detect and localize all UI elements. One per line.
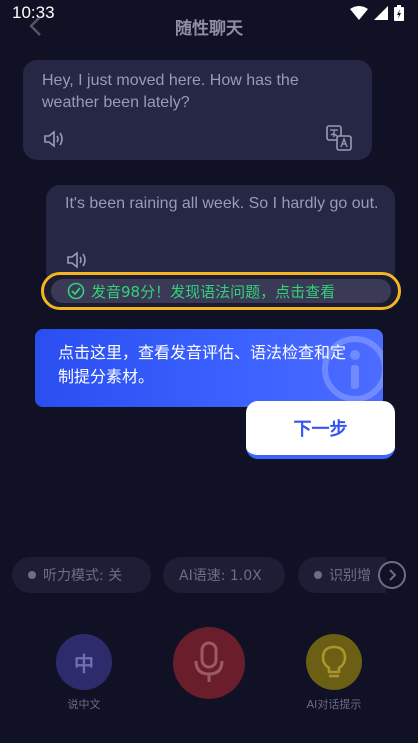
dot-icon xyxy=(314,571,322,579)
ai-message-bubble[interactable]: It's been raining all week. So I hardly … xyxy=(46,185,395,285)
speaker-icon[interactable] xyxy=(65,248,89,272)
user-message-bubble[interactable]: Hey, I just moved here. How has the weat… xyxy=(23,60,372,160)
listen-mode-chip[interactable]: 听力模式: 关 xyxy=(12,557,151,593)
feedback-text: 发音98分！发现语法问题，点击查看 xyxy=(91,282,336,301)
check-circle-icon xyxy=(67,282,85,300)
user-message-text: Hey, I just moved here. How has the weat… xyxy=(42,72,299,111)
ai-hint-button[interactable] xyxy=(306,634,362,690)
speak-chinese-label: 说中文 xyxy=(67,698,101,711)
ai-speed-chip[interactable]: AI语速: 1.0X xyxy=(163,557,285,593)
microphone-button[interactable] xyxy=(173,627,245,699)
dot-icon xyxy=(28,571,36,579)
lightbulb-icon xyxy=(321,645,347,678)
listen-mode-label: 听力模式: 关 xyxy=(43,568,123,584)
chevron-right-icon[interactable] xyxy=(378,561,406,589)
feedback-highlight[interactable]: 发音98分！发现语法问题，点击查看 xyxy=(41,272,401,310)
page-title: 随性聊天 xyxy=(175,19,243,39)
translate-icon[interactable] xyxy=(325,124,353,152)
speaker-icon[interactable] xyxy=(42,127,66,151)
guide-text: 点击这里，查看发音评估、语法检查和定制提分素材。 xyxy=(58,343,347,386)
feedback-pill[interactable]: 发音98分！发现语法问题，点击查看 xyxy=(51,279,391,303)
recognition-label: 识别增 xyxy=(329,568,371,584)
ai-speed-label: AI语速: 1.0X xyxy=(179,568,262,584)
ai-message-text: It's been raining all week. So I hardly … xyxy=(65,195,379,212)
speak-chinese-button[interactable]: 中 xyxy=(56,634,112,690)
next-step-button[interactable]: 下一步 xyxy=(246,401,395,459)
microphone-icon xyxy=(194,641,224,682)
guide-tooltip: 点击这里，查看发音评估、语法检查和定制提分素材。 xyxy=(35,329,383,407)
ai-hint-label: AI对话提示 xyxy=(306,698,362,711)
recognition-chip[interactable]: 识别增 xyxy=(298,557,386,593)
settings-chip-row: 听力模式: 关 AI语速: 1.0X 识别增 xyxy=(12,557,418,593)
